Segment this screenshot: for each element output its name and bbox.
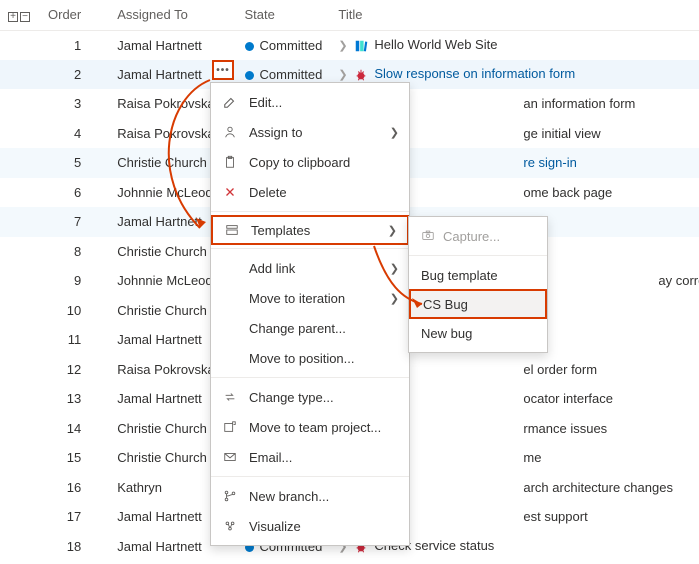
submenu-label: CS Bug (423, 297, 468, 312)
order-cell: 11 (40, 325, 109, 355)
order-cell: 15 (40, 443, 109, 473)
state-cell: Committed (237, 30, 331, 60)
templates-icon (223, 223, 241, 237)
table-header-row: +− Order Assigned To State Title (0, 0, 699, 30)
submenu-capture[interactable]: Capture... (409, 221, 547, 251)
menu-email[interactable]: Email... (211, 442, 409, 472)
menu-add-link[interactable]: Add link ❯ (211, 253, 409, 283)
menu-templates[interactable]: Templates ❯ (211, 215, 409, 245)
menu-label: Visualize (249, 519, 301, 534)
menu-separator (409, 255, 547, 256)
order-cell: 12 (40, 355, 109, 385)
work-item-title[interactable]: Hello World Web Site (374, 37, 497, 52)
submenu-cs-bug[interactable]: CS Bug (409, 289, 547, 319)
column-header-assigned[interactable]: Assigned To (109, 0, 236, 30)
submenu-bug-template[interactable]: Bug template (409, 260, 547, 290)
chevron-right-icon: ❯ (388, 224, 397, 237)
column-header-order[interactable]: Order (40, 0, 109, 30)
submenu-label: New bug (421, 326, 472, 341)
chevron-right-icon: ❯ (390, 292, 399, 305)
menu-label: Templates (251, 223, 310, 238)
menu-visualize[interactable]: Visualize (211, 511, 409, 541)
menu-separator (211, 248, 409, 249)
book-icon (354, 39, 368, 53)
chevron-right-icon: ❯ (390, 126, 399, 139)
bug-icon (354, 68, 368, 82)
order-cell: 17 (40, 502, 109, 532)
menu-label: Assign to (249, 125, 302, 140)
menu-move-position[interactable]: Move to position... (211, 343, 409, 373)
menu-change-parent[interactable]: Change parent... (211, 313, 409, 343)
menu-label: Delete (249, 185, 287, 200)
menu-label: Edit... (249, 95, 282, 110)
order-cell: 8 (40, 237, 109, 267)
delete-icon (221, 185, 239, 199)
chevron-right-icon[interactable]: ❯ (338, 39, 348, 52)
order-cell: 1 (40, 30, 109, 60)
menu-separator (211, 211, 409, 212)
change-type-icon (221, 390, 239, 404)
order-cell: 13 (40, 384, 109, 414)
menu-separator (211, 476, 409, 477)
menu-label: Add link (249, 261, 295, 276)
order-cell: 10 (40, 296, 109, 326)
order-cell: 4 (40, 119, 109, 149)
column-header-title[interactable]: Title (330, 0, 699, 30)
more-actions-button[interactable]: ••• (212, 60, 234, 80)
table-row[interactable]: 1Jamal HartnettCommitted ❯ Hello World Web… (0, 30, 699, 60)
menu-separator (211, 377, 409, 378)
submenu-label: Capture... (443, 229, 500, 244)
menu-label: Move to team project... (249, 420, 381, 435)
collapse-all-icon[interactable]: − (20, 12, 30, 22)
state-dot-icon (245, 71, 254, 80)
move-project-icon (221, 420, 239, 434)
order-cell: 14 (40, 414, 109, 444)
camera-icon (421, 228, 435, 245)
pencil-icon (221, 95, 239, 109)
order-cell: 18 (40, 532, 109, 562)
order-cell: 9 (40, 266, 109, 296)
templates-submenu: Capture... Bug template CS Bug New bug (408, 216, 548, 353)
visualize-icon (221, 519, 239, 533)
menu-label: New branch... (249, 489, 329, 504)
expand-all-icon[interactable]: + (8, 12, 18, 22)
menu-label: Email... (249, 450, 292, 465)
chevron-right-icon[interactable]: ❯ (338, 68, 348, 81)
work-item-title[interactable]: Slow response on information form (374, 66, 575, 81)
submenu-label: Bug template (421, 268, 498, 283)
order-cell: 6 (40, 178, 109, 208)
menu-new-branch[interactable]: New branch... (211, 481, 409, 511)
menu-label: Copy to clipboard (249, 155, 350, 170)
chevron-right-icon: ❯ (390, 262, 399, 275)
menu-copy[interactable]: Copy to clipboard (211, 147, 409, 177)
order-cell: 5 (40, 148, 109, 178)
context-menu: Edit... Assign to ❯ Copy to clipboard De… (210, 82, 410, 546)
column-header-state[interactable]: State (237, 0, 331, 30)
menu-move-team-project[interactable]: Move to team project... (211, 412, 409, 442)
menu-assign-to[interactable]: Assign to ❯ (211, 117, 409, 147)
title-cell[interactable]: ❯ Hello World Web Site (330, 30, 699, 60)
menu-label: Change type... (249, 390, 334, 405)
menu-edit[interactable]: Edit... (211, 87, 409, 117)
submenu-new-bug[interactable]: New bug (409, 318, 547, 348)
state-dot-icon (245, 42, 254, 51)
person-icon (221, 125, 239, 139)
menu-change-type[interactable]: Change type... (211, 382, 409, 412)
assigned-cell: Jamal Hartnett (109, 30, 236, 60)
order-cell: 7 (40, 207, 109, 237)
menu-label: Move to position... (249, 351, 355, 366)
branch-icon (221, 489, 239, 503)
order-cell: 2 (40, 60, 109, 90)
clipboard-icon (221, 155, 239, 169)
menu-move-iteration[interactable]: Move to iteration ❯ (211, 283, 409, 313)
expand-collapse-header[interactable]: +− (0, 0, 40, 30)
order-cell: 16 (40, 473, 109, 503)
menu-label: Change parent... (249, 321, 346, 336)
menu-delete[interactable]: Delete (211, 177, 409, 207)
order-cell: 3 (40, 89, 109, 119)
email-icon (221, 450, 239, 464)
menu-label: Move to iteration (249, 291, 345, 306)
